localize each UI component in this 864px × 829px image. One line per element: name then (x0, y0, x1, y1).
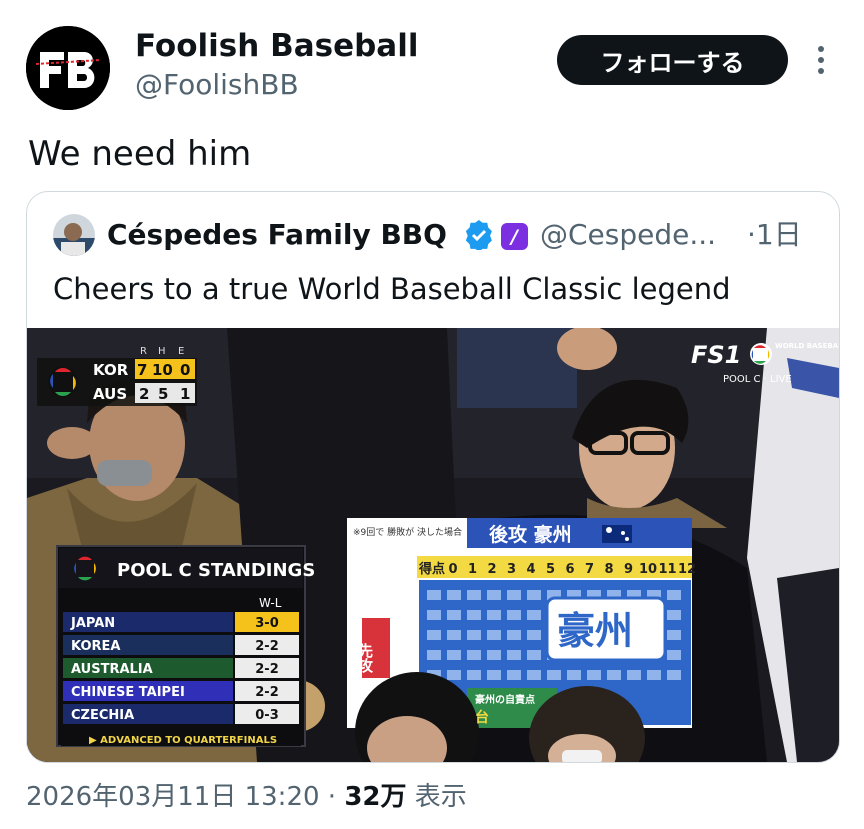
verified-badge-icon (464, 220, 494, 252)
score-team-2: AUS (93, 385, 127, 403)
score-team-1: KOR (93, 361, 129, 379)
standings-team: JAPAN (70, 616, 115, 631)
quoted-author-avatar[interactable] (53, 214, 95, 256)
standings-team: CHINESE TAIPEI (71, 685, 185, 700)
quoted-handle[interactable]: @Cespede... (540, 218, 716, 252)
standings-record: 2-2 (255, 685, 279, 700)
view-count: 32万 (344, 782, 407, 812)
score-h-2: 5 (158, 385, 168, 403)
tweet-datetime[interactable]: 2026年03月11日 13:20 · (26, 782, 344, 812)
score-header-r: R (140, 346, 147, 357)
sign-inning-0: 0 (448, 562, 457, 577)
sign-score-label: 得点 (418, 561, 445, 577)
sign-header: 後攻 豪州 (489, 523, 572, 546)
australia-flag-icon (602, 525, 632, 543)
event-logo-text: WORLD BASEBALL CLASSIC (775, 342, 839, 350)
sign-corner-note: ※9回で 勝敗が 決した場合 (353, 526, 462, 538)
standings-graphic: POOL C STANDINGS W-L JAPAN 3-0 KOREA 2-2 AUS… (56, 545, 315, 747)
quoted-timestamp[interactable]: ·1日 (747, 218, 802, 252)
tweet-text: We need him (28, 134, 252, 174)
score-r-1: 7 (137, 361, 147, 379)
standings-title: POOL C STANDINGS (117, 560, 315, 581)
sign-inning-6: 6 (565, 562, 574, 577)
standings-team: KOREA (71, 639, 121, 654)
fb-logo-icon (26, 26, 110, 110)
more-options-icon[interactable] (808, 44, 834, 76)
sign-inning-7: 7 (585, 562, 594, 577)
score-header-e: E (178, 346, 184, 357)
quoted-tweet-text: Cheers to a true World Baseball Classic … (53, 272, 731, 306)
broadcast-scene: ※9回で 勝敗が 決した場合 後攻 豪州 得点 0 1 2 3 4 5 6 7 8 9 10 11 12… (27, 328, 839, 762)
sign-inning-2: 2 (487, 562, 496, 577)
score-e-1: 0 (180, 361, 190, 379)
sign-inning-3: 3 (507, 562, 516, 577)
tweet-meta: 2026年03月11日 13:20 · 32万 表示 (26, 780, 467, 814)
score-h-1: 10 (152, 361, 173, 379)
standings-record: 0-3 (255, 708, 279, 723)
quoted-tweet-card[interactable]: Céspedes Family BBQ / @Cespede... ·1日 Ch… (26, 191, 840, 763)
author-display-name[interactable]: Foolish Baseball (135, 28, 418, 64)
sign-big-text: 豪州 (557, 609, 633, 653)
standings-record: 3-0 (255, 616, 279, 631)
sign-inning-11: 11 (658, 562, 676, 577)
sign-bottom-chars: 台 (475, 709, 489, 726)
standings-footer: ▶ ADVANCED TO QUARTERFINALS (89, 735, 277, 746)
affiliate-label-icon: / (501, 223, 528, 250)
standings-team: AUSTRALIA (71, 662, 153, 677)
network-logo: FS1 (691, 341, 741, 369)
score-header-h: H (158, 346, 166, 357)
standings-rows: JAPAN 3-0 KOREA 2-2 AUSTRALIA 2-2 CHINESE TAIP… (63, 612, 299, 724)
sign-inning-8: 8 (604, 562, 613, 577)
sign-side-label: 先攻 (356, 642, 374, 674)
sign-inning-12: 12 (678, 562, 696, 577)
author-handle[interactable]: @FoolishBB (135, 68, 299, 102)
feed-label: POOL C · LIVE (723, 374, 792, 385)
score-e-2: 1 (180, 385, 190, 403)
standings-record: 2-2 (255, 662, 279, 677)
quoted-display-name[interactable]: Céspedes Family BBQ (107, 218, 447, 252)
sign-inning-10: 10 (639, 562, 657, 577)
standings-record: 2-2 (255, 639, 279, 654)
sign-bottom-label: 豪州の自責点 (475, 693, 535, 706)
sign-inning-9: 9 (624, 562, 633, 577)
quoted-media-image[interactable]: ※9回で 勝敗が 決した場合 後攻 豪州 得点 0 1 2 3 4 5 6 7 8 9 10 11 12… (27, 328, 839, 762)
follow-button[interactable]: フォローする (557, 35, 788, 85)
author-avatar[interactable] (26, 26, 110, 110)
standings-col-header: W-L (259, 596, 282, 610)
view-count-label: 表示 (406, 782, 467, 812)
standings-team: CZECHIA (71, 708, 134, 723)
sign-inning-4: 4 (526, 562, 535, 577)
sign-inning-5: 5 (546, 562, 555, 577)
sign-inning-1: 1 (468, 562, 477, 577)
score-r-2: 2 (139, 385, 149, 403)
